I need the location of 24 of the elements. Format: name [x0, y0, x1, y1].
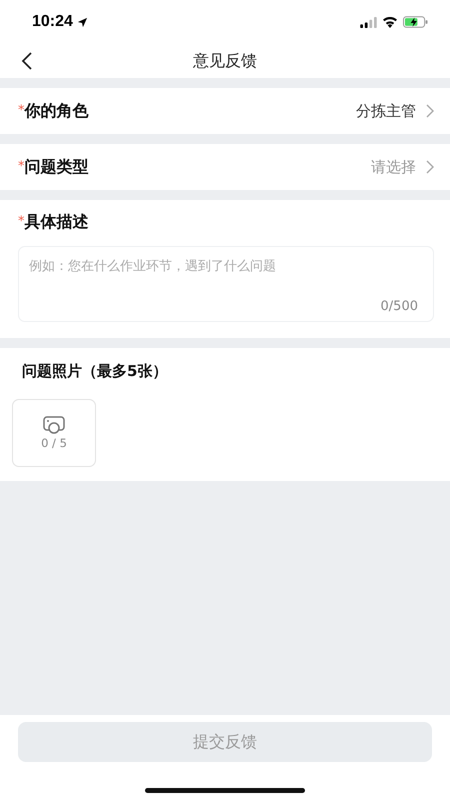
wifi-icon [382, 16, 398, 28]
required-mark: * [18, 214, 24, 229]
page-title: 意见反馈 [193, 50, 257, 72]
photo-upload-button[interactable]: 0 / 5 [12, 399, 96, 467]
field-label: 你的角色 [24, 100, 88, 122]
selected-value: 分拣主管 [356, 102, 416, 120]
camera-icon [43, 416, 65, 434]
location-arrow-icon [76, 16, 88, 28]
section-title: 问题照片（最多5张） [22, 362, 168, 381]
battery-charging-icon [403, 16, 428, 28]
status-time: 10:24 [32, 13, 73, 31]
chevron-right-icon [426, 160, 434, 174]
signal-icon [360, 16, 377, 28]
select-placeholder: 请选择 [371, 158, 416, 176]
field-label: 问题类型 [24, 156, 88, 178]
back-icon[interactable] [21, 51, 33, 71]
required-mark: * [18, 158, 24, 174]
select-row[interactable]: *你的角色 分拣主管 [0, 88, 450, 134]
required-mark: * [18, 102, 24, 118]
photo-counter: 0 / 5 [41, 436, 67, 450]
field-label: 具体描述 [24, 212, 88, 233]
select-row[interactable]: *问题类型 请选择 [0, 144, 450, 190]
character-counter: 0/500 [380, 299, 418, 314]
chevron-right-icon [426, 104, 434, 118]
